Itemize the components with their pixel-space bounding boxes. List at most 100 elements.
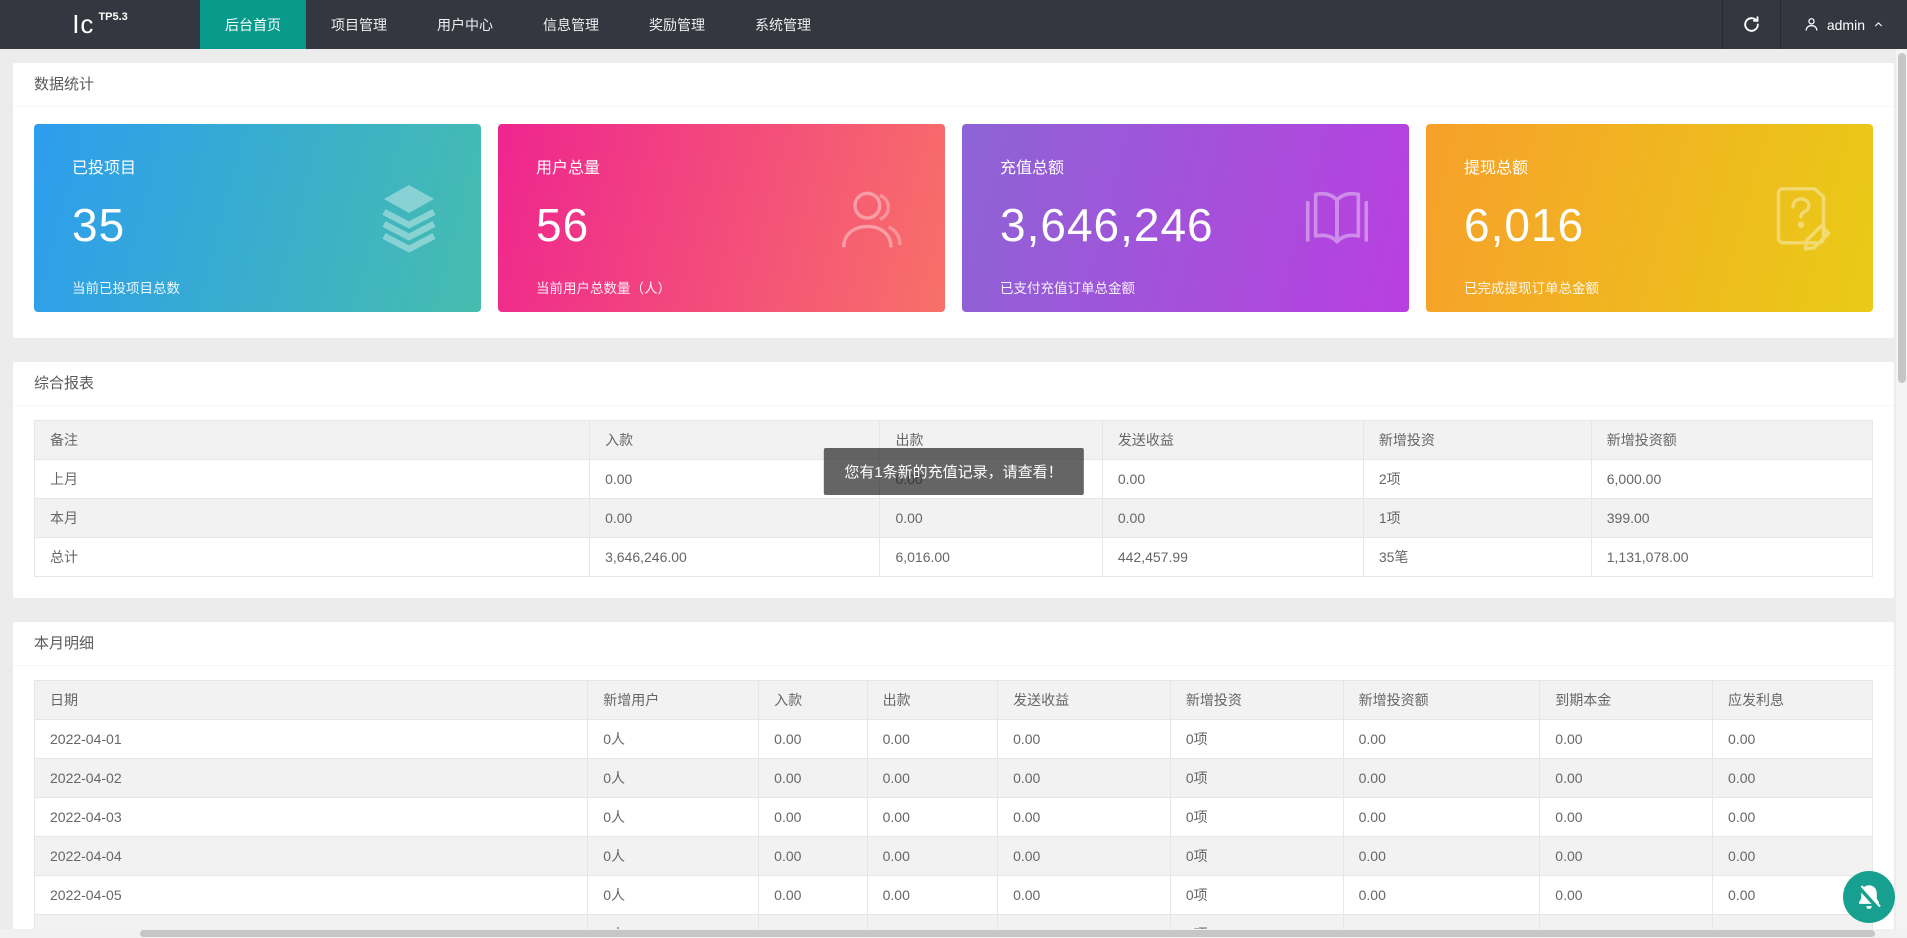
notification-fab-button[interactable] bbox=[1843, 871, 1895, 923]
document-question-icon bbox=[1765, 182, 1837, 254]
table-cell: 3,646,246.00 bbox=[590, 538, 880, 577]
layers-icon bbox=[373, 182, 445, 254]
table-cell: 0.00 bbox=[998, 876, 1171, 915]
user-icon bbox=[1803, 16, 1820, 33]
nav-menu-item-3[interactable]: 信息管理 bbox=[518, 0, 624, 49]
logo-version: TP5.3 bbox=[98, 11, 127, 23]
nav-menu-item-0[interactable]: 后台首页 bbox=[200, 0, 306, 49]
table-cell: 399.00 bbox=[1591, 499, 1872, 538]
report-table: 备注入款出款发送收益新增投资新增投资额上月0.000.000.002项6,000… bbox=[34, 420, 1873, 577]
table-cell: 0.00 bbox=[867, 876, 997, 915]
nav-menu-item-5[interactable]: 系统管理 bbox=[730, 0, 836, 49]
vertical-scrollbar-thumb[interactable] bbox=[1898, 53, 1906, 383]
stats-panel: 数据统计 已投项目 35 当前已投项目总数 bbox=[13, 63, 1894, 338]
table-cell: 0.00 bbox=[1713, 759, 1873, 798]
table-cell: 2022-04-04 bbox=[35, 837, 588, 876]
table-cell: 0项 bbox=[1170, 876, 1343, 915]
column-header: 新增投资 bbox=[1363, 421, 1591, 460]
nav-menu-item-2[interactable]: 用户中心 bbox=[412, 0, 518, 49]
refresh-icon bbox=[1742, 15, 1761, 34]
column-header: 发送收益 bbox=[1102, 421, 1363, 460]
table-cell: 0.00 bbox=[1102, 460, 1363, 499]
table-cell: 0.00 bbox=[759, 798, 867, 837]
navbar: Ic TP5.3 后台首页项目管理用户中心信息管理奖励管理系统管理 admin bbox=[0, 0, 1907, 49]
table-cell: 0.00 bbox=[1540, 720, 1713, 759]
table-cell: 0.00 bbox=[1343, 720, 1540, 759]
table-cell: 442,457.99 bbox=[1102, 538, 1363, 577]
bell-slash-icon bbox=[1854, 882, 1884, 912]
table-cell: 0.00 bbox=[998, 837, 1171, 876]
table-cell: 0人 bbox=[588, 798, 759, 837]
table-cell: 0.00 bbox=[1540, 876, 1713, 915]
table-cell: 2022-04-01 bbox=[35, 720, 588, 759]
horizontal-scrollbar-thumb[interactable] bbox=[140, 930, 1875, 937]
detail-table: 日期新增用户入款出款发送收益新增投资新增投资额到期本金应发利息2022-04-0… bbox=[34, 680, 1873, 938]
chevron-up-icon bbox=[1872, 18, 1885, 31]
table-cell: 0.00 bbox=[1102, 499, 1363, 538]
table-cell: 0.00 bbox=[1343, 798, 1540, 837]
nav-right-cluster: admin bbox=[1722, 0, 1907, 49]
column-header: 入款 bbox=[759, 681, 867, 720]
table-row: 2022-04-020人0.000.000.000项0.000.000.00 bbox=[35, 759, 1873, 798]
detail-table-body: 日期新增用户入款出款发送收益新增投资新增投资额到期本金应发利息2022-04-0… bbox=[13, 666, 1894, 938]
stat-card-desc: 已支付充值订单总金额 bbox=[1000, 277, 1371, 297]
table-cell: 0.00 bbox=[1540, 837, 1713, 876]
table-row: 总计3,646,246.006,016.00442,457.9935笔1,131… bbox=[35, 538, 1873, 577]
stat-card-title: 用户总量 bbox=[536, 154, 907, 178]
table-cell: 总计 bbox=[35, 538, 590, 577]
table-cell: 0.00 bbox=[880, 499, 1102, 538]
table-cell: 0.00 bbox=[1540, 759, 1713, 798]
column-header: 发送收益 bbox=[998, 681, 1171, 720]
table-cell: 0.00 bbox=[1343, 837, 1540, 876]
table-cell: 0人 bbox=[588, 876, 759, 915]
table-cell: 0.00 bbox=[759, 837, 867, 876]
stat-card-title: 充值总额 bbox=[1000, 154, 1371, 178]
stat-card-desc: 当前已投项目总数 bbox=[72, 277, 443, 297]
table-cell: 0.00 bbox=[759, 876, 867, 915]
table-cell: 0项 bbox=[1170, 720, 1343, 759]
table-cell: 0.00 bbox=[590, 499, 880, 538]
logo-text: Ic bbox=[72, 9, 94, 40]
table-cell: 6,016.00 bbox=[880, 538, 1102, 577]
horizontal-scrollbar[interactable] bbox=[0, 929, 1907, 938]
table-cell: 0.00 bbox=[759, 759, 867, 798]
stat-card-desc: 当前用户总数量（人） bbox=[536, 277, 907, 297]
table-cell: 0.00 bbox=[867, 759, 997, 798]
column-header: 新增投资 bbox=[1170, 681, 1343, 720]
table-cell: 1项 bbox=[1363, 499, 1591, 538]
column-header: 新增投资额 bbox=[1591, 421, 1872, 460]
table-cell: 上月 bbox=[35, 460, 590, 499]
table-cell: 6,000.00 bbox=[1591, 460, 1872, 499]
table-cell: 0.00 bbox=[1343, 876, 1540, 915]
open-book-icon bbox=[1301, 182, 1373, 254]
username: admin bbox=[1827, 17, 1865, 33]
table-cell: 0.00 bbox=[1343, 759, 1540, 798]
table-cell: 本月 bbox=[35, 499, 590, 538]
nav-menu: 后台首页项目管理用户中心信息管理奖励管理系统管理 bbox=[200, 0, 836, 49]
detail-panel: 本月明细 日期新增用户入款出款发送收益新增投资新增投资额到期本金应发利息2022… bbox=[13, 622, 1894, 938]
nav-menu-item-4[interactable]: 奖励管理 bbox=[624, 0, 730, 49]
table-cell: 0人 bbox=[588, 837, 759, 876]
user-menu[interactable]: admin bbox=[1780, 0, 1907, 49]
table-row: 2022-04-050人0.000.000.000项0.000.000.00 bbox=[35, 876, 1873, 915]
table-cell: 0.00 bbox=[998, 720, 1171, 759]
table-cell: 0.00 bbox=[1713, 720, 1873, 759]
vertical-scrollbar[interactable] bbox=[1896, 49, 1907, 929]
stat-card-title: 已投项目 bbox=[72, 154, 443, 178]
stat-card-total-users: 用户总量 56 当前用户总数量（人） bbox=[498, 124, 945, 312]
column-header: 出款 bbox=[867, 681, 997, 720]
table-cell: 0人 bbox=[588, 759, 759, 798]
table-cell: 2022-04-03 bbox=[35, 798, 588, 837]
column-header: 日期 bbox=[35, 681, 588, 720]
table-cell: 0.00 bbox=[1540, 798, 1713, 837]
table-cell: 0项 bbox=[1170, 759, 1343, 798]
table-cell: 2022-04-02 bbox=[35, 759, 588, 798]
table-cell: 0.00 bbox=[759, 720, 867, 759]
stat-card-desc: 已完成提现订单总金额 bbox=[1464, 277, 1835, 297]
table-cell: 0.00 bbox=[998, 759, 1171, 798]
table-cell: 35笔 bbox=[1363, 538, 1591, 577]
refresh-button[interactable] bbox=[1722, 0, 1780, 49]
table-row: 本月0.000.000.001项399.00 bbox=[35, 499, 1873, 538]
table-cell: 0.00 bbox=[867, 798, 997, 837]
nav-menu-item-1[interactable]: 项目管理 bbox=[306, 0, 412, 49]
